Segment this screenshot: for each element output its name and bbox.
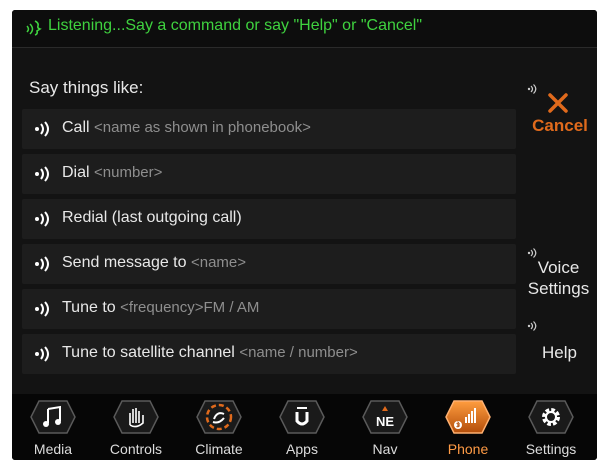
nav-climate[interactable]: Climate bbox=[178, 394, 260, 460]
command-hint: <name / number> bbox=[239, 344, 358, 361]
command-row-tune-satellite[interactable]: Tune to satellite channel <name / number… bbox=[22, 334, 516, 374]
nav-label: Settings bbox=[525, 441, 577, 457]
speech-waves-icon bbox=[35, 211, 49, 227]
command-text: Dial bbox=[62, 164, 90, 181]
nav-label: Controls bbox=[109, 441, 163, 457]
hand-controls-icon bbox=[129, 408, 144, 428]
voice-settings-label-line2: Settings bbox=[527, 279, 590, 298]
speech-waves-icon bbox=[35, 346, 49, 362]
voice-listening-icon bbox=[26, 20, 42, 36]
command-row-call[interactable]: Call <name as shown in phonebook> bbox=[22, 109, 516, 149]
compass-heading: NE bbox=[375, 414, 395, 429]
command-text: Redial (last outgoing call) bbox=[62, 209, 242, 226]
voice-settings-label-line1: Voice bbox=[537, 258, 580, 277]
listening-status-text: Listening...Say a command or say "Help" … bbox=[48, 17, 422, 34]
nav-settings[interactable]: Settings bbox=[510, 394, 592, 460]
close-icon bbox=[548, 93, 568, 113]
command-hint: <name as shown in phonebook> bbox=[94, 119, 311, 136]
speech-waves-icon bbox=[35, 256, 49, 272]
command-hint: <frequency>FM / AM bbox=[120, 299, 260, 316]
gear-icon bbox=[542, 408, 560, 426]
uconnect-apps-icon bbox=[295, 407, 309, 426]
nav-label: Nav bbox=[372, 441, 398, 457]
voice-settings-button[interactable]: Voice Settings bbox=[520, 254, 597, 304]
speech-waves-icon bbox=[35, 166, 49, 182]
command-row-redial[interactable]: Redial (last outgoing call) bbox=[22, 199, 516, 239]
command-text: Tune to bbox=[62, 299, 116, 316]
command-text: Call bbox=[62, 119, 90, 136]
nav-label: Climate bbox=[195, 441, 243, 457]
nav-controls[interactable]: Controls bbox=[95, 394, 177, 460]
command-text: Tune to satellite channel bbox=[62, 344, 235, 361]
help-button[interactable]: Help bbox=[522, 336, 597, 366]
cancel-button[interactable]: Cancel bbox=[527, 86, 593, 136]
climate-fan-icon bbox=[205, 403, 233, 431]
command-hint: <name> bbox=[190, 254, 247, 271]
listening-bar: Listening...Say a command or say "Help" … bbox=[12, 10, 597, 48]
nav-label: Apps bbox=[286, 441, 318, 457]
nav-nav[interactable]: NE Nav bbox=[344, 394, 426, 460]
command-text: Send message to bbox=[62, 254, 187, 271]
command-hint: <number> bbox=[94, 164, 163, 181]
prompt-title: Say things like: bbox=[29, 78, 144, 97]
command-row-dial[interactable]: Dial <number> bbox=[22, 154, 516, 194]
command-row-tune-to[interactable]: Tune to <frequency>FM / AM bbox=[22, 289, 516, 329]
command-row-send-message[interactable]: Send message to <name> bbox=[22, 244, 516, 284]
nav-apps[interactable]: Apps bbox=[261, 394, 343, 460]
speech-waves-icon bbox=[35, 121, 49, 137]
nav-media[interactable]: Media bbox=[12, 394, 94, 460]
nav-label: Phone bbox=[447, 441, 489, 457]
speech-waves-icon bbox=[35, 301, 49, 317]
phone-signal-icon bbox=[454, 408, 476, 429]
help-label: Help bbox=[542, 343, 577, 362]
music-note-icon bbox=[43, 405, 61, 427]
speech-hint-icon bbox=[527, 321, 537, 331]
bottom-nav-bar: Media Controls Climate Apps NE Nav Phone… bbox=[12, 394, 597, 460]
nav-phone[interactable]: Phone bbox=[427, 394, 509, 460]
nav-label: Media bbox=[33, 441, 73, 457]
voice-command-screen: Listening...Say a command or say "Help" … bbox=[12, 10, 597, 460]
cancel-label: Cancel bbox=[532, 116, 588, 135]
